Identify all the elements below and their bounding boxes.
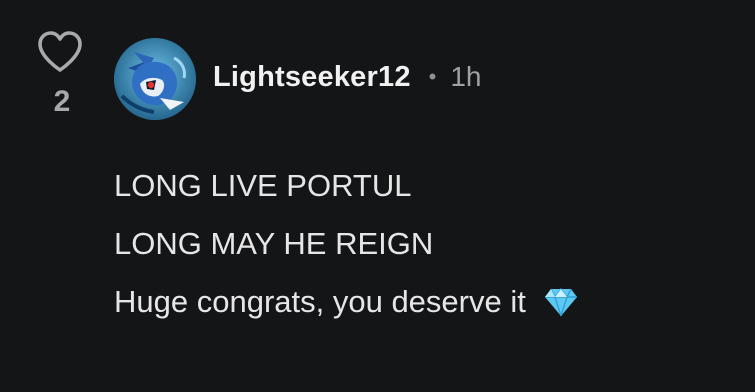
comment-header: Lightseeker12 • 1h <box>213 55 482 99</box>
like-count: 2 <box>53 85 71 118</box>
timestamp[interactable]: 1h <box>450 61 481 93</box>
like-column: 2 <box>36 30 86 120</box>
heart-icon[interactable] <box>36 30 84 74</box>
comment-line-text: Huge congrats, you deserve it <box>114 284 526 319</box>
comment-body: LONG LIVE PORTUL LONG MAY HE REIGN Huge … <box>114 168 734 347</box>
comment-line: LONG MAY HE REIGN <box>114 226 434 261</box>
comment: 2 Lightseeker12 • 1h LONG LIVE PORTUL LO… <box>0 0 755 392</box>
gem-icon <box>544 287 578 324</box>
separator-dot: • <box>428 64 437 89</box>
username[interactable]: Lightseeker12 <box>213 61 411 94</box>
comment-line: LONG LIVE PORTUL <box>114 168 412 203</box>
avatar[interactable] <box>114 38 196 120</box>
comment-line-with-emoji: Huge congrats, you deserve it <box>114 284 734 324</box>
